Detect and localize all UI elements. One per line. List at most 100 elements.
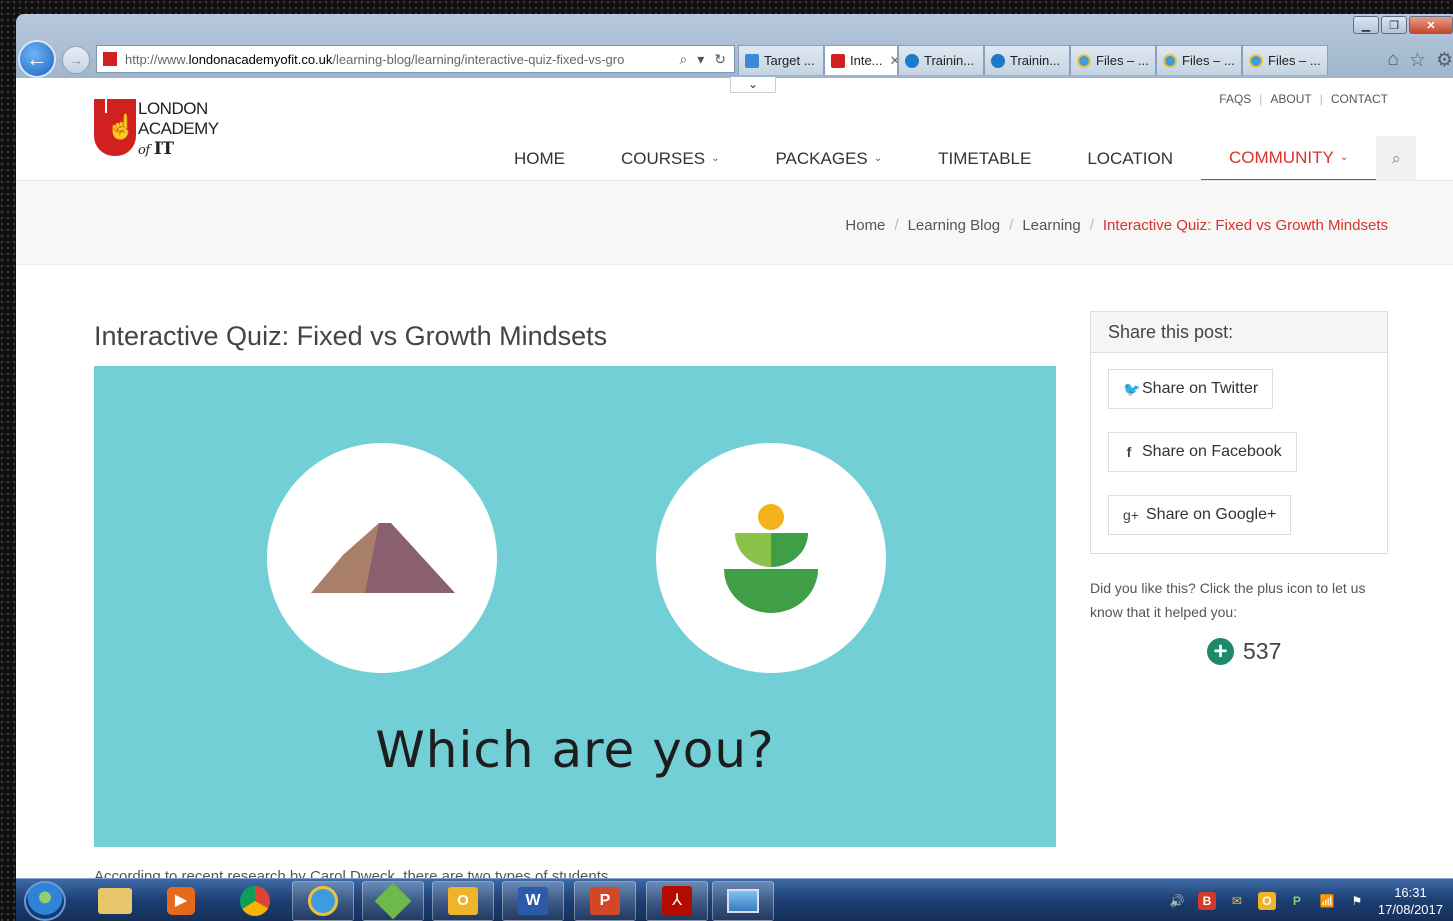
rock-icon: [311, 523, 455, 593]
nav-packages[interactable]: PACKAGES ⌄: [747, 136, 910, 181]
network-icon[interactable]: 📶: [1318, 892, 1336, 910]
close-window-button[interactable]: ✕: [1409, 16, 1453, 34]
sprouting-plant-icon: [724, 504, 818, 613]
start-button[interactable]: [24, 881, 66, 921]
outlook-icon[interactable]: O: [432, 881, 494, 921]
hero-caption: Which are you?: [375, 721, 775, 779]
google-plus-icon: g+: [1123, 507, 1139, 523]
b-app-icon[interactable]: B: [1197, 892, 1216, 910]
faqs-link[interactable]: FAQS: [1219, 92, 1251, 106]
pointing-hand-icon: ☝: [106, 114, 136, 141]
growth-mindset-circle: [656, 443, 886, 673]
share-facebook-button[interactable]: f Share on Facebook: [1108, 432, 1297, 472]
breadcrumb-home[interactable]: Home: [845, 217, 885, 234]
contact-link[interactable]: CONTACT: [1331, 92, 1388, 106]
internet-explorer-icon[interactable]: [292, 881, 354, 921]
p-icon: [991, 53, 1005, 68]
nav-location[interactable]: LOCATION: [1059, 136, 1201, 181]
tab-list-chevron-icon[interactable]: ⌄: [730, 77, 776, 93]
share-google-button[interactable]: g+ Share on Google+: [1108, 495, 1292, 535]
dropdown-arrow-icon[interactable]: ▾: [697, 51, 704, 68]
site-search-icon[interactable]: ⌕: [1376, 136, 1417, 181]
breadcrumb-learning[interactable]: Learning: [1022, 217, 1080, 234]
post-intro-text: According to recent research by Carol Dw…: [94, 868, 609, 878]
chevron-down-icon: ⌄: [873, 153, 883, 164]
acrobat-icon[interactable]: ⅄: [646, 881, 708, 921]
forward-button[interactable]: →: [62, 46, 90, 74]
breadcrumb-learning-blog[interactable]: Learning Blog: [908, 217, 1001, 234]
powerpoint-icon[interactable]: P: [574, 881, 636, 921]
tab-target[interactable]: Target ...: [738, 45, 824, 75]
nav-community[interactable]: COMMUNITY ⌄: [1200, 136, 1377, 181]
restore-button[interactable]: ❐: [1381, 16, 1407, 34]
plus-icon[interactable]: +: [1207, 638, 1234, 665]
clock-date: 17/08/2017: [1377, 902, 1443, 917]
like-counter: + 537: [1207, 638, 1281, 665]
tab-files-3[interactable]: Files – ...: [1242, 45, 1328, 75]
breadcrumb: Home / Learning Blog / Learning / Intera…: [845, 217, 1388, 234]
share-panel: Share this post: 🐦 Share on Twitter f Shar…: [1090, 311, 1388, 554]
system-tray: 🔊 B ✉ O P 📶 ⚑ 16:31 17/08/2017: [1168, 884, 1443, 918]
p-tray-icon[interactable]: P: [1288, 892, 1306, 910]
site-logo[interactable]: ☝ LONDON ACADEMY of IT: [94, 99, 224, 159]
utility-links: FAQS | ABOUT | CONTACT: [1219, 92, 1388, 106]
refresh-icon[interactable]: ↻: [714, 51, 726, 68]
chart-icon: [745, 53, 759, 68]
minimize-button[interactable]: ▁: [1353, 16, 1379, 34]
windows-taskbar: ▶ O W P ⅄ 🔊 B ✉ O P 📶 ⚑ 16:31 17/08/2017: [16, 878, 1453, 921]
tab-training-2[interactable]: Trainin...: [984, 45, 1070, 75]
green-app-icon[interactable]: [362, 881, 424, 921]
logo-text-of: of: [138, 143, 150, 158]
post-title: Interactive Quiz: Fixed vs Growth Mindse…: [94, 321, 608, 351]
tab-training-1[interactable]: Trainin...: [898, 45, 984, 75]
site-favicon-icon: [103, 52, 117, 66]
browser-chrome: ▁ ❐ ✕ ← → http://www.londonacademyofit.c…: [16, 14, 1453, 78]
facebook-icon: f: [1126, 444, 1132, 460]
breadcrumb-bar: Home / Learning Blog / Learning / Intera…: [16, 181, 1453, 265]
settings-gear-icon[interactable]: ⚙: [1436, 49, 1453, 72]
logo-text-it: IT: [153, 139, 174, 159]
window-controls: ▁ ❐ ✕: [1353, 16, 1453, 34]
logo-text-london: LONDON: [138, 99, 208, 118]
photo-viewer-icon[interactable]: [712, 881, 774, 921]
outlook-tray-icon[interactable]: O: [1257, 892, 1276, 910]
action-center-icon[interactable]: ⚑: [1348, 892, 1366, 910]
search-icon[interactable]: ⌕: [679, 51, 687, 68]
ie-icon: [1163, 53, 1177, 68]
clock[interactable]: 16:31 17/08/2017: [1378, 884, 1443, 918]
nav-timetable[interactable]: TIMETABLE: [910, 136, 1059, 181]
logo-text-academy: ACADEMY: [138, 119, 219, 138]
share-twitter-button[interactable]: 🐦 Share on Twitter: [1108, 369, 1274, 409]
word-icon[interactable]: W: [502, 881, 564, 921]
lait-icon: [831, 53, 845, 68]
favorites-star-icon[interactable]: ☆: [1409, 49, 1426, 72]
hero-image: Which are you?: [94, 366, 1056, 847]
like-prompt: Did you like this? Click the plus icon t…: [1090, 580, 1366, 620]
tab-strip: Target ... Inte...✕ Trainin... Trainin..…: [738, 45, 1328, 75]
p-icon: [905, 53, 919, 68]
twitter-bird-icon: 🐦: [1123, 380, 1141, 397]
fixed-mindset-circle: [267, 443, 497, 673]
media-player-icon[interactable]: ▶: [150, 881, 212, 921]
mail-icon[interactable]: ✉: [1228, 892, 1246, 910]
tab-files-1[interactable]: Files – ...: [1070, 45, 1156, 75]
tab-files-2[interactable]: Files – ...: [1156, 45, 1242, 75]
tab-interactive-quiz[interactable]: Inte...✕: [824, 45, 898, 75]
about-link[interactable]: ABOUT: [1270, 92, 1311, 106]
nav-courses[interactable]: COURSES ⌄: [593, 136, 747, 181]
like-count: 537: [1243, 638, 1282, 664]
file-explorer-icon[interactable]: [84, 881, 146, 921]
volume-icon[interactable]: 🔊: [1168, 892, 1186, 910]
url-text: http://www.londonacademyofit.co.uk/learn…: [125, 51, 625, 67]
share-heading: Share this post:: [1091, 312, 1387, 353]
close-tab-icon[interactable]: ✕: [890, 53, 897, 69]
chevron-down-icon: ⌄: [1339, 152, 1349, 163]
ie-icon: [1249, 53, 1263, 68]
home-icon[interactable]: ⌂: [1387, 49, 1398, 72]
chrome-icon[interactable]: [224, 881, 286, 921]
ie-icon: [1077, 53, 1091, 68]
address-bar[interactable]: http://www.londonacademyofit.co.uk/learn…: [96, 45, 735, 73]
back-button[interactable]: ←: [18, 40, 56, 78]
main-navigation: HOME COURSES ⌄ PACKAGES ⌄ TIMETABLE LOCATI…: [486, 136, 1417, 181]
nav-home[interactable]: HOME: [486, 136, 593, 181]
